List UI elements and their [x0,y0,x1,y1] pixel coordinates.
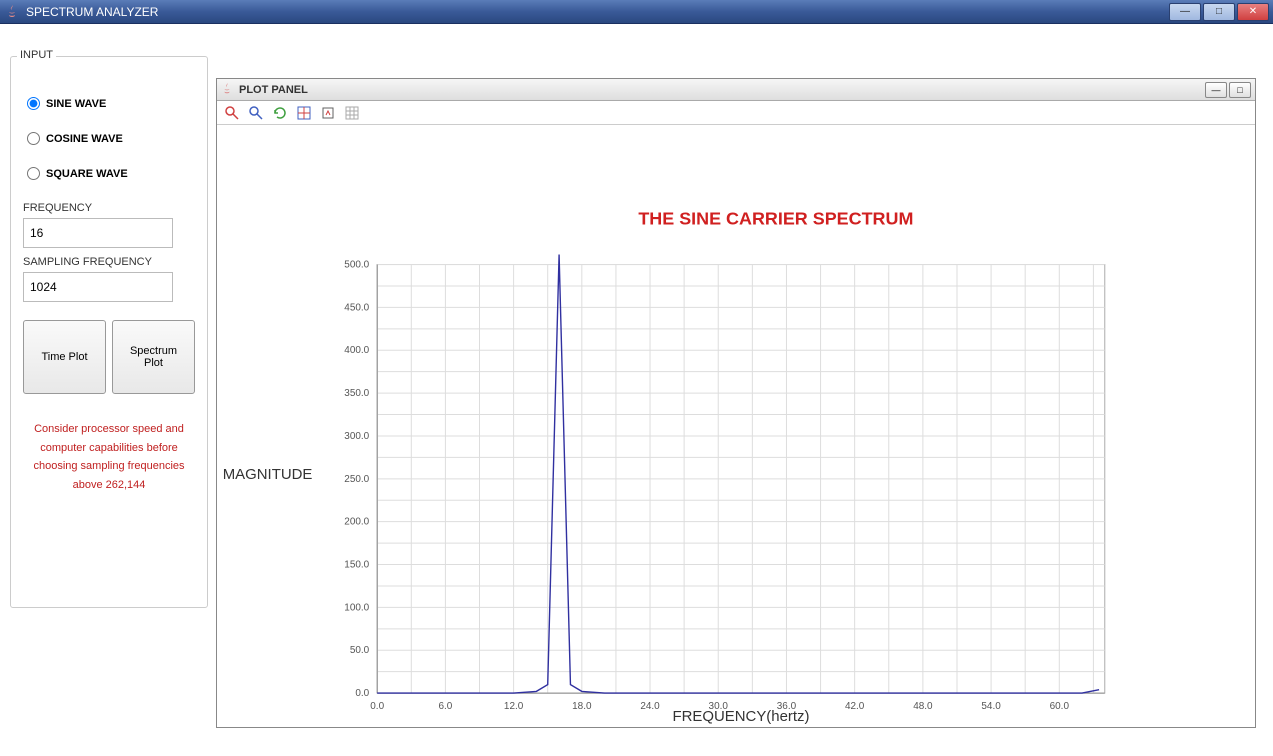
outer-titlebar: SPECTRUM ANALYZER — □ ✕ [0,0,1273,24]
svg-text:50.0: 50.0 [350,645,370,656]
svg-text:400.0: 400.0 [344,345,369,356]
svg-text:18.0: 18.0 [572,701,592,712]
svg-text:250.0: 250.0 [344,474,369,485]
svg-text:6.0: 6.0 [438,701,452,712]
java-icon [4,4,20,20]
java-icon [221,83,235,97]
svg-text:54.0: 54.0 [981,701,1001,712]
square-radio-label: SQUARE WAVE [46,168,128,180]
export-icon[interactable] [317,103,339,123]
spectrum-plot-button[interactable]: Spectrum Plot [112,320,195,394]
svg-text:350.0: 350.0 [344,388,369,399]
svg-text:30.0: 30.0 [709,701,729,712]
svg-text:MAGNITUDE: MAGNITUDE [223,466,313,483]
cosine-radio-label: COSINE WAVE [46,133,123,145]
svg-text:36.0: 36.0 [777,701,797,712]
sine-wave-radio[interactable]: SINE WAVE [27,97,199,110]
close-button[interactable]: ✕ [1237,3,1269,21]
svg-text:150.0: 150.0 [344,560,369,571]
square-radio-input[interactable] [27,167,40,180]
zoom-reset-icon[interactable] [221,103,243,123]
sine-radio-input[interactable] [27,97,40,110]
sine-radio-label: SINE WAVE [46,98,106,110]
svg-text:24.0: 24.0 [640,701,660,712]
svg-text:500.0: 500.0 [344,260,369,271]
window-title: SPECTRUM ANALYZER [26,5,158,19]
svg-text:12.0: 12.0 [504,701,524,712]
plot-toolbar [217,101,1255,125]
svg-text:THE SINE CARRIER SPECTRUM: THE SINE CARRIER SPECTRUM [638,209,913,229]
maximize-button[interactable]: □ [1203,3,1235,21]
square-wave-radio[interactable]: SQUARE WAVE [27,167,199,180]
svg-text:0.0: 0.0 [370,701,384,712]
chart-svg: THE SINE CARRIER SPECTRUMMAGNITUDEFREQUE… [217,125,1255,727]
svg-text:100.0: 100.0 [344,602,369,613]
svg-text:48.0: 48.0 [913,701,933,712]
sampling-frequency-input[interactable] [23,272,173,302]
svg-text:0.0: 0.0 [355,688,369,699]
chart-area: THE SINE CARRIER SPECTRUMMAGNITUDEFREQUE… [217,125,1255,727]
zoom-icon[interactable] [245,103,267,123]
frequency-label: FREQUENCY [23,202,195,214]
svg-text:300.0: 300.0 [344,431,369,442]
svg-text:42.0: 42.0 [845,701,865,712]
plot-panel: PLOT PANEL — □ THE SINE CARRIER SPECTRUM… [216,78,1256,728]
grid-icon[interactable] [341,103,363,123]
sampling-frequency-label: SAMPLING FREQUENCY [23,256,195,268]
input-panel: SINE WAVE COSINE WAVE SQUARE WAVE FREQUE… [10,56,208,608]
plot-panel-title: PLOT PANEL [239,84,308,96]
plot-maximize-button[interactable]: □ [1229,82,1251,98]
svg-text:60.0: 60.0 [1050,701,1070,712]
cosine-wave-radio[interactable]: COSINE WAVE [27,132,199,145]
time-plot-button[interactable]: Time Plot [23,320,106,394]
cosine-radio-input[interactable] [27,132,40,145]
warning-text: Consider processor speed and computer ca… [25,420,193,495]
plot-minimize-button[interactable]: — [1205,82,1227,98]
plot-panel-titlebar: PLOT PANEL — □ [217,79,1255,101]
svg-text:450.0: 450.0 [344,302,369,313]
svg-text:200.0: 200.0 [344,517,369,528]
reset-icon[interactable] [269,103,291,123]
frequency-input[interactable] [23,218,173,248]
minimize-button[interactable]: — [1169,3,1201,21]
crosshair-icon[interactable] [293,103,315,123]
